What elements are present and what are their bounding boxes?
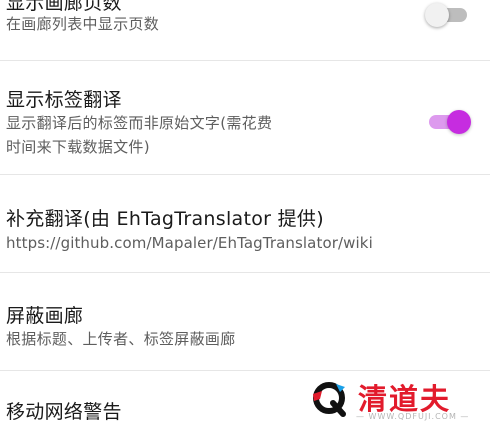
pref-show-page-count[interactable]: 显示画廊页数 在画廊列表中显示页数	[0, 0, 490, 58]
pref-block-gallery-title: 屏蔽画廊	[6, 305, 84, 327]
watermark: 清道夫 — WWW.QDFUJI.COM —	[298, 374, 490, 427]
pref-tag-translation-summary-line2: 时间来下载数据文件)	[6, 138, 150, 156]
pref-supplement-translation[interactable]: 补充翻译(由 EhTagTranslator 提供) https://githu…	[0, 175, 490, 271]
watermark-url: — WWW.QDFUJI.COM —	[356, 412, 470, 421]
pref-mobile-network-warning-title: 移动网络警告	[6, 401, 122, 423]
switch-thumb	[447, 110, 471, 134]
pref-tag-translation-summary-line1: 显示翻译后的标签而非原始文字(需花费	[6, 114, 273, 132]
pref-supplement-translation-title: 补充翻译(由 EhTagTranslator 提供)	[6, 208, 324, 230]
switch-thumb	[425, 3, 449, 27]
pref-tag-translation[interactable]: 显示标签翻译 显示翻译后的标签而非原始文字(需花费 时间来下载数据文件)	[0, 61, 490, 173]
pref-show-page-count-summary: 在画廊列表中显示页数	[6, 15, 160, 33]
tag-translation-switch[interactable]	[425, 109, 473, 134]
pref-tag-translation-title: 显示标签翻译	[6, 89, 122, 111]
pref-block-gallery[interactable]: 屏蔽画廊 根据标题、上传者、标签屏蔽画廊	[0, 273, 490, 369]
settings-screen: 显示画廊页数 在画廊列表中显示页数 显示标签翻译 显示翻译后的标签而非原始文字(…	[0, 0, 490, 427]
show-page-count-switch[interactable]	[425, 2, 473, 27]
watermark-logo-icon	[313, 382, 346, 417]
pref-block-gallery-summary: 根据标题、上传者、标签屏蔽画廊	[6, 330, 236, 348]
pref-supplement-translation-link: https://github.com/Mapaler/EhTagTranslat…	[6, 234, 373, 252]
